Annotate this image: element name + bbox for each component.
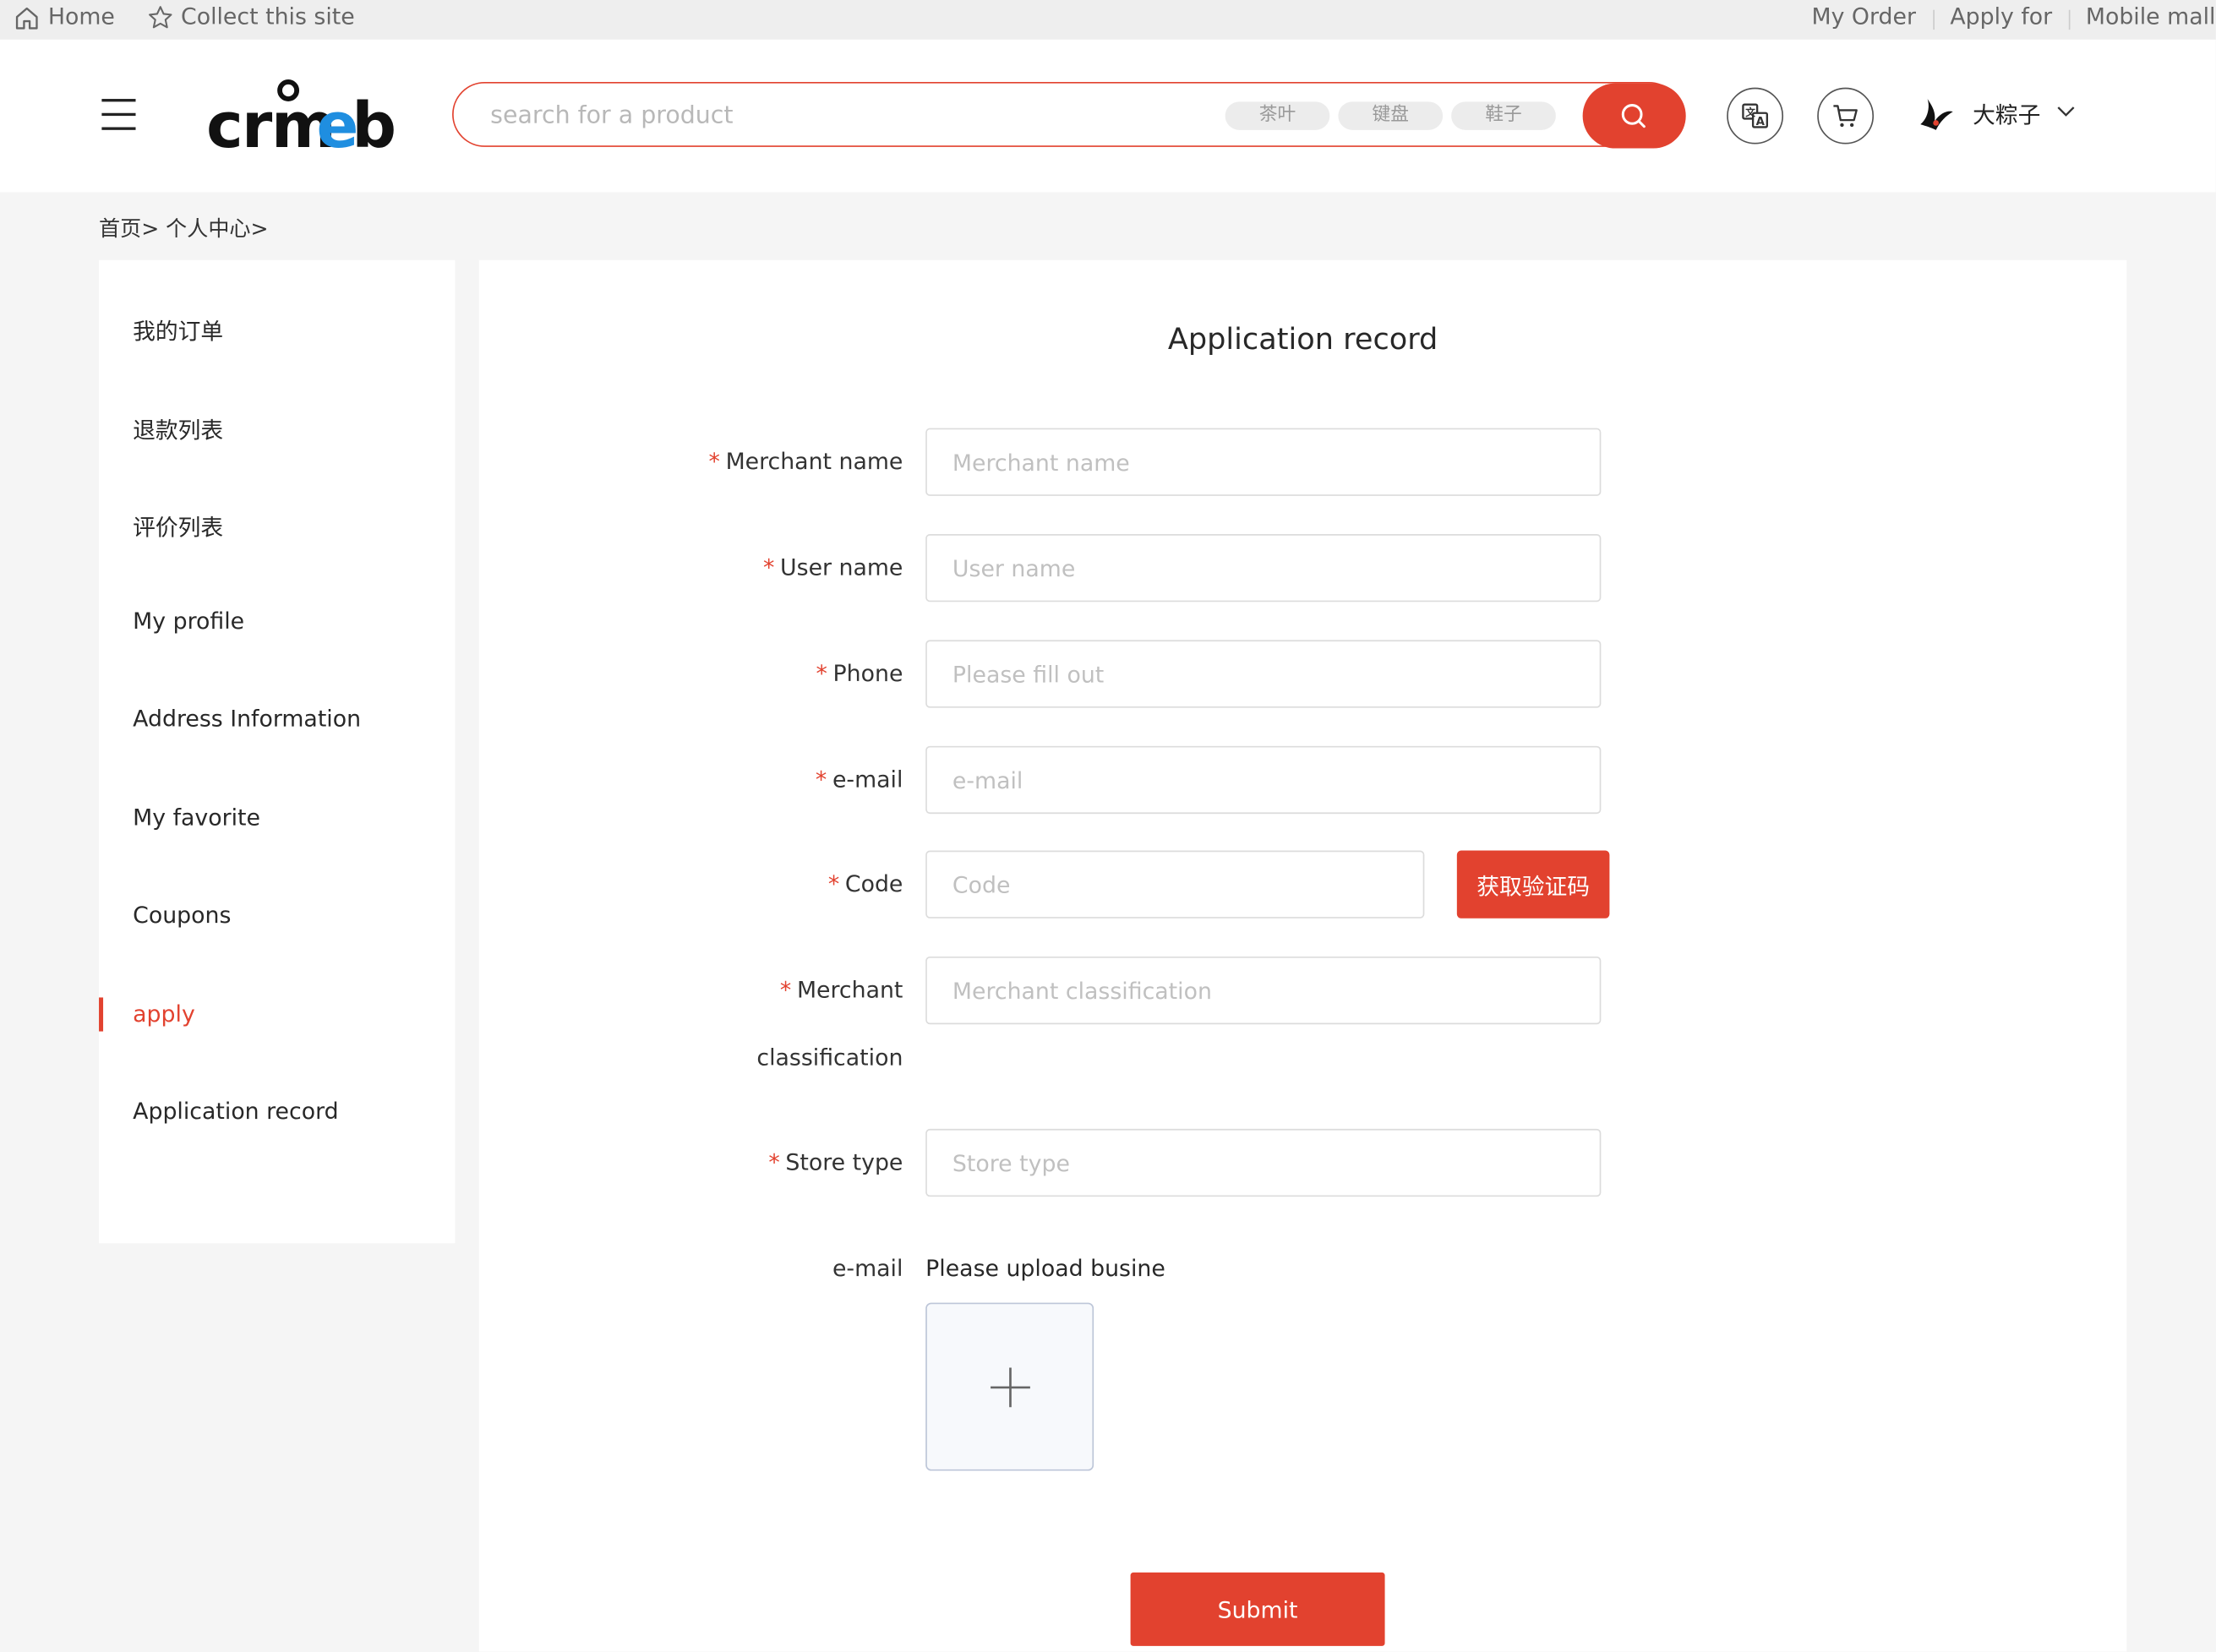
- header: cr m e b 茶叶 键盘 鞋子 文 A: [0, 39, 2216, 193]
- email-label: * e-mail: [815, 766, 903, 793]
- home-icon: [15, 7, 38, 30]
- my-order-link[interactable]: My Order: [1812, 3, 1916, 30]
- store-type-field[interactable]: [925, 1128, 1602, 1197]
- collect-site-link[interactable]: Collect this site: [181, 3, 355, 30]
- plus-icon: [991, 1367, 1030, 1408]
- hot-tag[interactable]: 茶叶: [1225, 101, 1330, 130]
- merchant-classification-label: * Merchant: [779, 976, 903, 1004]
- translate-icon: 文 A: [1742, 103, 1769, 128]
- user-name[interactable]: 大粽子: [1973, 96, 2040, 130]
- page: Home Collect this site My Order Apply fo…: [0, 0, 2216, 1652]
- application-form-panel: Application record *Merchant name *User …: [478, 259, 2127, 1652]
- email-field[interactable]: [925, 745, 1602, 815]
- required-mark: *: [815, 766, 827, 793]
- sidebar-item-apply[interactable]: apply: [133, 1000, 195, 1028]
- sidebar-item-coupons[interactable]: Coupons: [133, 902, 231, 929]
- hot-tag[interactable]: 键盘: [1338, 101, 1444, 130]
- user-name-label: * User name: [762, 553, 903, 581]
- user-name-field[interactable]: [925, 534, 1602, 602]
- required-mark: *: [816, 659, 827, 687]
- code-field[interactable]: [925, 850, 1425, 919]
- merchant-classification-field[interactable]: [925, 956, 1602, 1025]
- sidebar-item-address-information[interactable]: Address Information: [133, 705, 361, 732]
- svg-text:A: A: [1756, 116, 1766, 128]
- sidebar-item-application-record[interactable]: Application record: [133, 1098, 338, 1125]
- sidebar-item-my-orders[interactable]: 我的订单: [133, 313, 223, 346]
- chevron-down-icon[interactable]: [2056, 105, 2076, 119]
- search-icon: [1621, 104, 1646, 128]
- get-code-button[interactable]: 获取验证码: [1456, 850, 1610, 919]
- store-type-label: * Store type: [768, 1148, 903, 1176]
- sidebar: 我的订单 退款列表 评价列表 My profile Address Inform…: [99, 259, 456, 1244]
- active-indicator: [99, 997, 104, 1032]
- translate-button[interactable]: 文 A: [1727, 87, 1784, 144]
- page-title: Application record: [1167, 322, 1438, 357]
- sidebar-item-refund-list[interactable]: 退款列表: [133, 412, 223, 445]
- code-label: * Code: [827, 870, 903, 897]
- menu-icon[interactable]: [101, 99, 136, 131]
- breadcrumb: 首页> 个人中心>: [99, 215, 269, 242]
- top-bar: Home Collect this site My Order Apply fo…: [0, 0, 2216, 40]
- svg-text:文: 文: [1744, 106, 1755, 118]
- required-mark: *: [762, 553, 775, 581]
- avatar[interactable]: [1916, 96, 1956, 136]
- cart-button[interactable]: [1817, 87, 1875, 144]
- home-link[interactable]: Home: [48, 3, 115, 30]
- phone-field[interactable]: [925, 640, 1602, 708]
- sidebar-item-review-list[interactable]: 评价列表: [133, 509, 223, 542]
- svg-text:cr: cr: [206, 90, 273, 153]
- divider: [2068, 9, 2071, 30]
- merchant-name-field[interactable]: [925, 428, 1602, 496]
- star-icon: [149, 6, 172, 29]
- required-mark: *: [779, 976, 792, 1004]
- search-bar: 茶叶 键盘 鞋子: [452, 81, 1682, 147]
- merchant-classification-label-line2: classification: [756, 1044, 903, 1071]
- sidebar-item-my-favorite[interactable]: My favorite: [133, 804, 260, 831]
- sidebar-item-my-profile[interactable]: My profile: [133, 608, 244, 635]
- mobile-mall-link[interactable]: Mobile mall: [2086, 3, 2216, 30]
- search-input[interactable]: [487, 97, 1200, 134]
- divider: [1933, 9, 1935, 30]
- hot-tag[interactable]: 鞋子: [1451, 101, 1556, 130]
- cart-icon: [1833, 105, 1858, 128]
- merchant-name-label: * Merchant name: [708, 448, 903, 475]
- required-mark: *: [708, 448, 720, 475]
- upload-label: e-mail: [832, 1254, 903, 1282]
- apply-for-link[interactable]: Apply for: [1950, 3, 2052, 30]
- required-mark: *: [768, 1148, 780, 1176]
- submit-button[interactable]: Submit: [1130, 1572, 1385, 1646]
- upload-button[interactable]: [925, 1302, 1094, 1471]
- logo[interactable]: cr m e b: [206, 79, 404, 153]
- phone-label: * Phone: [816, 659, 903, 687]
- svg-text:b: b: [352, 90, 396, 153]
- upload-hint: Please upload busine: [925, 1254, 1165, 1282]
- required-mark: *: [827, 870, 840, 897]
- search-button[interactable]: [1582, 83, 1686, 149]
